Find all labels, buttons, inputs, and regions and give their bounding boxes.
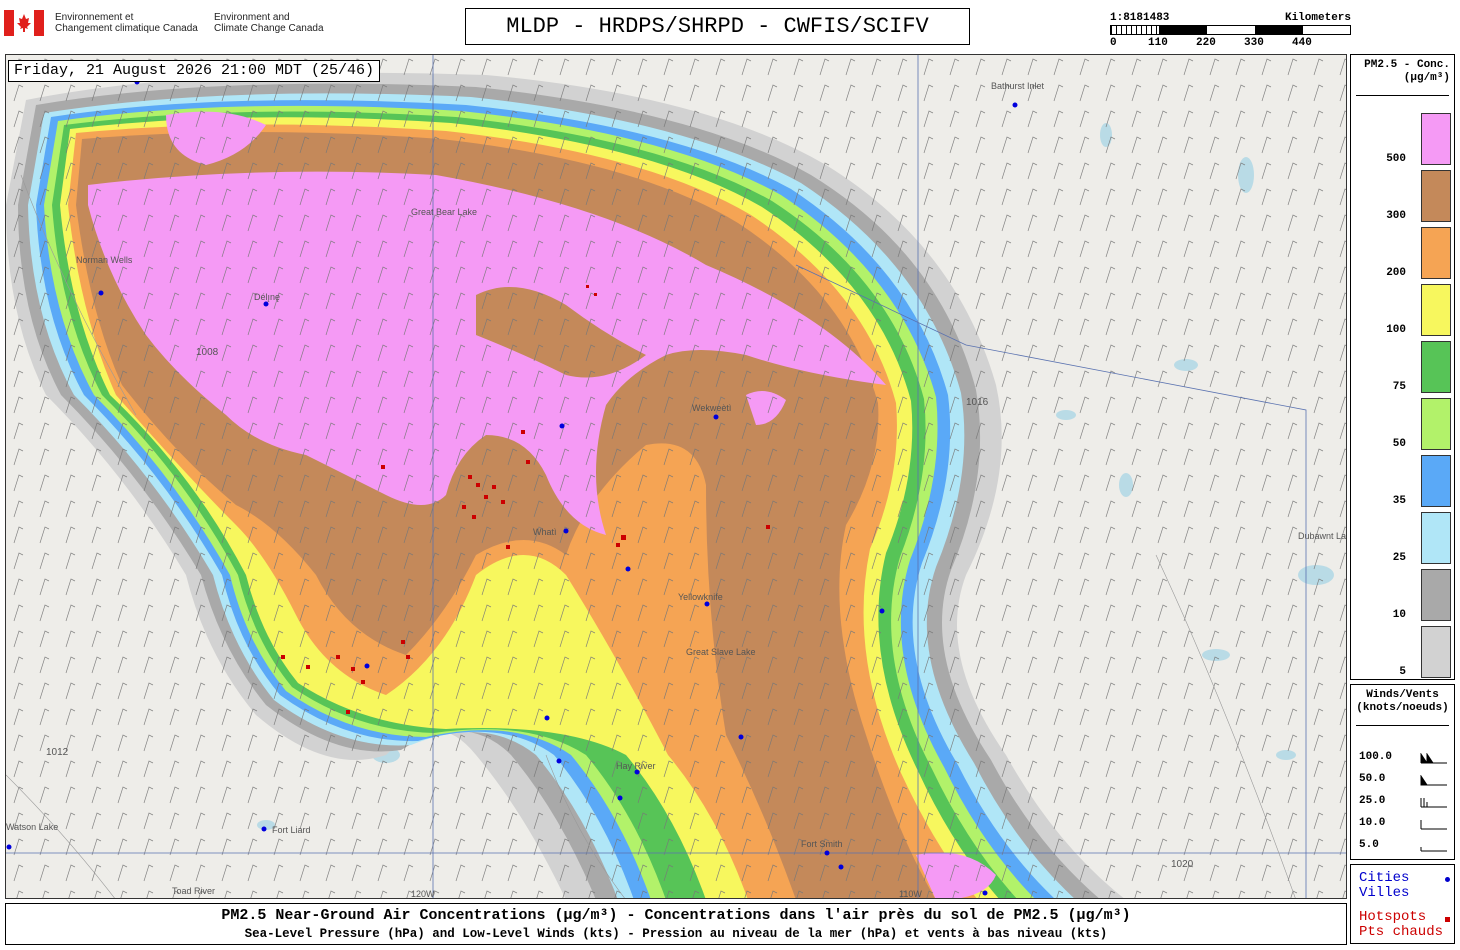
gov-en-line1: Environment and [214,12,290,23]
place-label-fort-liard: Fort Liard [272,825,311,835]
scale-seg-fine [1111,26,1159,34]
wind-speed-label: 50.0 [1359,773,1386,785]
legend-label: 500 [1386,153,1406,165]
wind-speed-label: 25.0 [1359,795,1386,807]
map-canvas[interactable]: Bathurst Inlet Norman Wells Délı̨nę Grea… [5,54,1347,899]
wind-legend: Winds/Vents (knots/noeuds) 100.0 50.0 25… [1350,684,1455,860]
footer: PM2.5 Near-Ground Air Concentrations (µg… [5,903,1347,945]
hotspots-label-fr: Pts chauds [1359,924,1444,940]
place-label-bathurst-inlet: Bathurst Inlet [991,81,1045,91]
cities-label-en: Cities [1359,870,1410,886]
wind-barb-single-icon [1420,820,1447,830]
wind-speed-label: 100.0 [1359,751,1393,763]
legend-label: 5 [1399,666,1406,678]
wind-barb-pennants-icon [1420,753,1447,764]
cities-label-fr: Villes [1359,885,1410,901]
pm25-legend: PM2.5 - Conc. (µg/m³) 500 300 200 100 75 50 35… [1350,54,1455,680]
legend-divider [1356,95,1449,96]
wind-barbs-layer [6,55,1346,898]
government-name-fr: Environnement et Changement climatique C… [55,12,198,34]
legend-label: 35 [1392,495,1406,507]
legend-swatch [1421,569,1451,621]
place-label-yellowknife: Yellowknife [678,592,723,602]
legend-label: 100 [1386,324,1406,336]
isobar-label: 1008 [196,347,219,358]
place-label-toad-river: Toad River [172,886,215,896]
legend-title-line1: PM2.5 - Conc. [1364,59,1450,71]
scale-tick: 220 [1196,37,1216,49]
scale-seg-2 [1207,26,1255,34]
wind-title-line2: (knots/noeuds) [1356,702,1449,714]
symbol-legend: Cities Villes Hotspots Pts chauds [1350,864,1455,944]
place-label-hay-river: Hay River [616,761,656,771]
hotspot-square-icon [1445,917,1450,922]
legend-label: 50 [1392,438,1406,450]
wind-barb-pennant-icon [1420,775,1447,786]
longitude-label-120w: 120W [411,889,435,899]
place-label-watson-lake: Watson Lake [6,822,58,832]
wind-legend-title: Winds/Vents (knots/noeuds) [1351,689,1454,715]
footer-subtitle: Sea-Level Pressure (hPa) and Low-Level W… [244,927,1108,941]
header: Environnement et Changement climatique C… [0,0,1460,54]
place-label-great-slave-lake: Great Slave Lake [686,647,756,657]
wind-speed-label: 5.0 [1359,839,1379,851]
longitude-label-110w: 110W [899,889,922,899]
footer-title: PM2.5 Near-Ground Air Concentrations (µg… [221,907,1131,924]
legend-swatch [1421,512,1451,564]
legend-label: 25 [1392,552,1406,564]
isobar-label: 1012 [46,747,69,758]
gov-en-line2: Climate Change Canada [214,23,324,34]
scale-unit: Kilometers [1284,12,1351,24]
scale-tick: 0 [1110,37,1117,49]
place-label-great-bear-lake: Great Bear Lake [411,207,477,217]
legend-label: 300 [1386,210,1406,222]
wind-legend-divider [1356,725,1449,726]
map-svg: Bathurst Inlet Norman Wells Délı̨nę Grea… [6,55,1347,899]
legend-swatch [1421,341,1451,393]
legend-swatch [1421,398,1451,450]
canada-flag-icon [4,10,44,36]
place-label-norman-wells: Norman Wells [76,255,133,265]
scale-seg-4 [1303,26,1350,34]
legend-swatch [1421,113,1451,165]
scale-seg-3 [1255,26,1303,34]
scale-bar-graphic [1110,25,1351,35]
place-label-dubawnt-lake: Dubawnt Lake [1298,531,1347,541]
gov-fr-line1: Environnement et [55,12,134,23]
page-title: MLDP - HRDPS/SHRPD - CWFIS/SCIFV [465,8,970,45]
scale-ratio: 1:8181483 [1110,12,1170,24]
forecast-timestamp: Friday, 21 August 2026 21:00 MDT (25/46) [8,60,381,82]
wind-speed-label: 10.0 [1359,817,1386,829]
scale-seg-1 [1159,26,1207,34]
government-name-en: Environment and Climate Change Canada [214,12,324,34]
legend-swatch [1421,227,1451,279]
wind-barb-half-icon [1420,847,1447,852]
legend-swatch [1421,626,1451,678]
legend-label: 10 [1392,609,1406,621]
legend-swatch [1421,455,1451,507]
legend-label: 200 [1386,267,1406,279]
legend-swatch [1421,284,1451,336]
wind-barb-full-icon [1420,798,1447,808]
place-label-fort-smith: Fort Smith [801,839,843,849]
gov-fr-line2: Changement climatique Canada [55,23,198,34]
wind-title-line1: Winds/Vents [1366,689,1439,701]
legend-title: PM2.5 - Conc. (µg/m³) [1351,59,1454,85]
isobar-label: 1016 [966,397,989,408]
legend-swatch [1421,170,1451,222]
isobar-label: 1020 [1171,859,1194,870]
hotspots-label-en: Hotspots [1359,909,1427,925]
scale-tick: 440 [1292,37,1312,49]
place-label-deline: Délı̨nę [254,292,280,302]
place-label-whati: Whatì [533,527,557,537]
city-dot-icon [1445,877,1450,882]
place-label-wekweeti: Wekweètì [692,403,731,413]
legend-label: 75 [1392,381,1406,393]
legend-title-line2: (µg/m³) [1403,72,1450,84]
scale-tick: 110 [1148,37,1168,49]
scale-tick: 330 [1244,37,1264,49]
